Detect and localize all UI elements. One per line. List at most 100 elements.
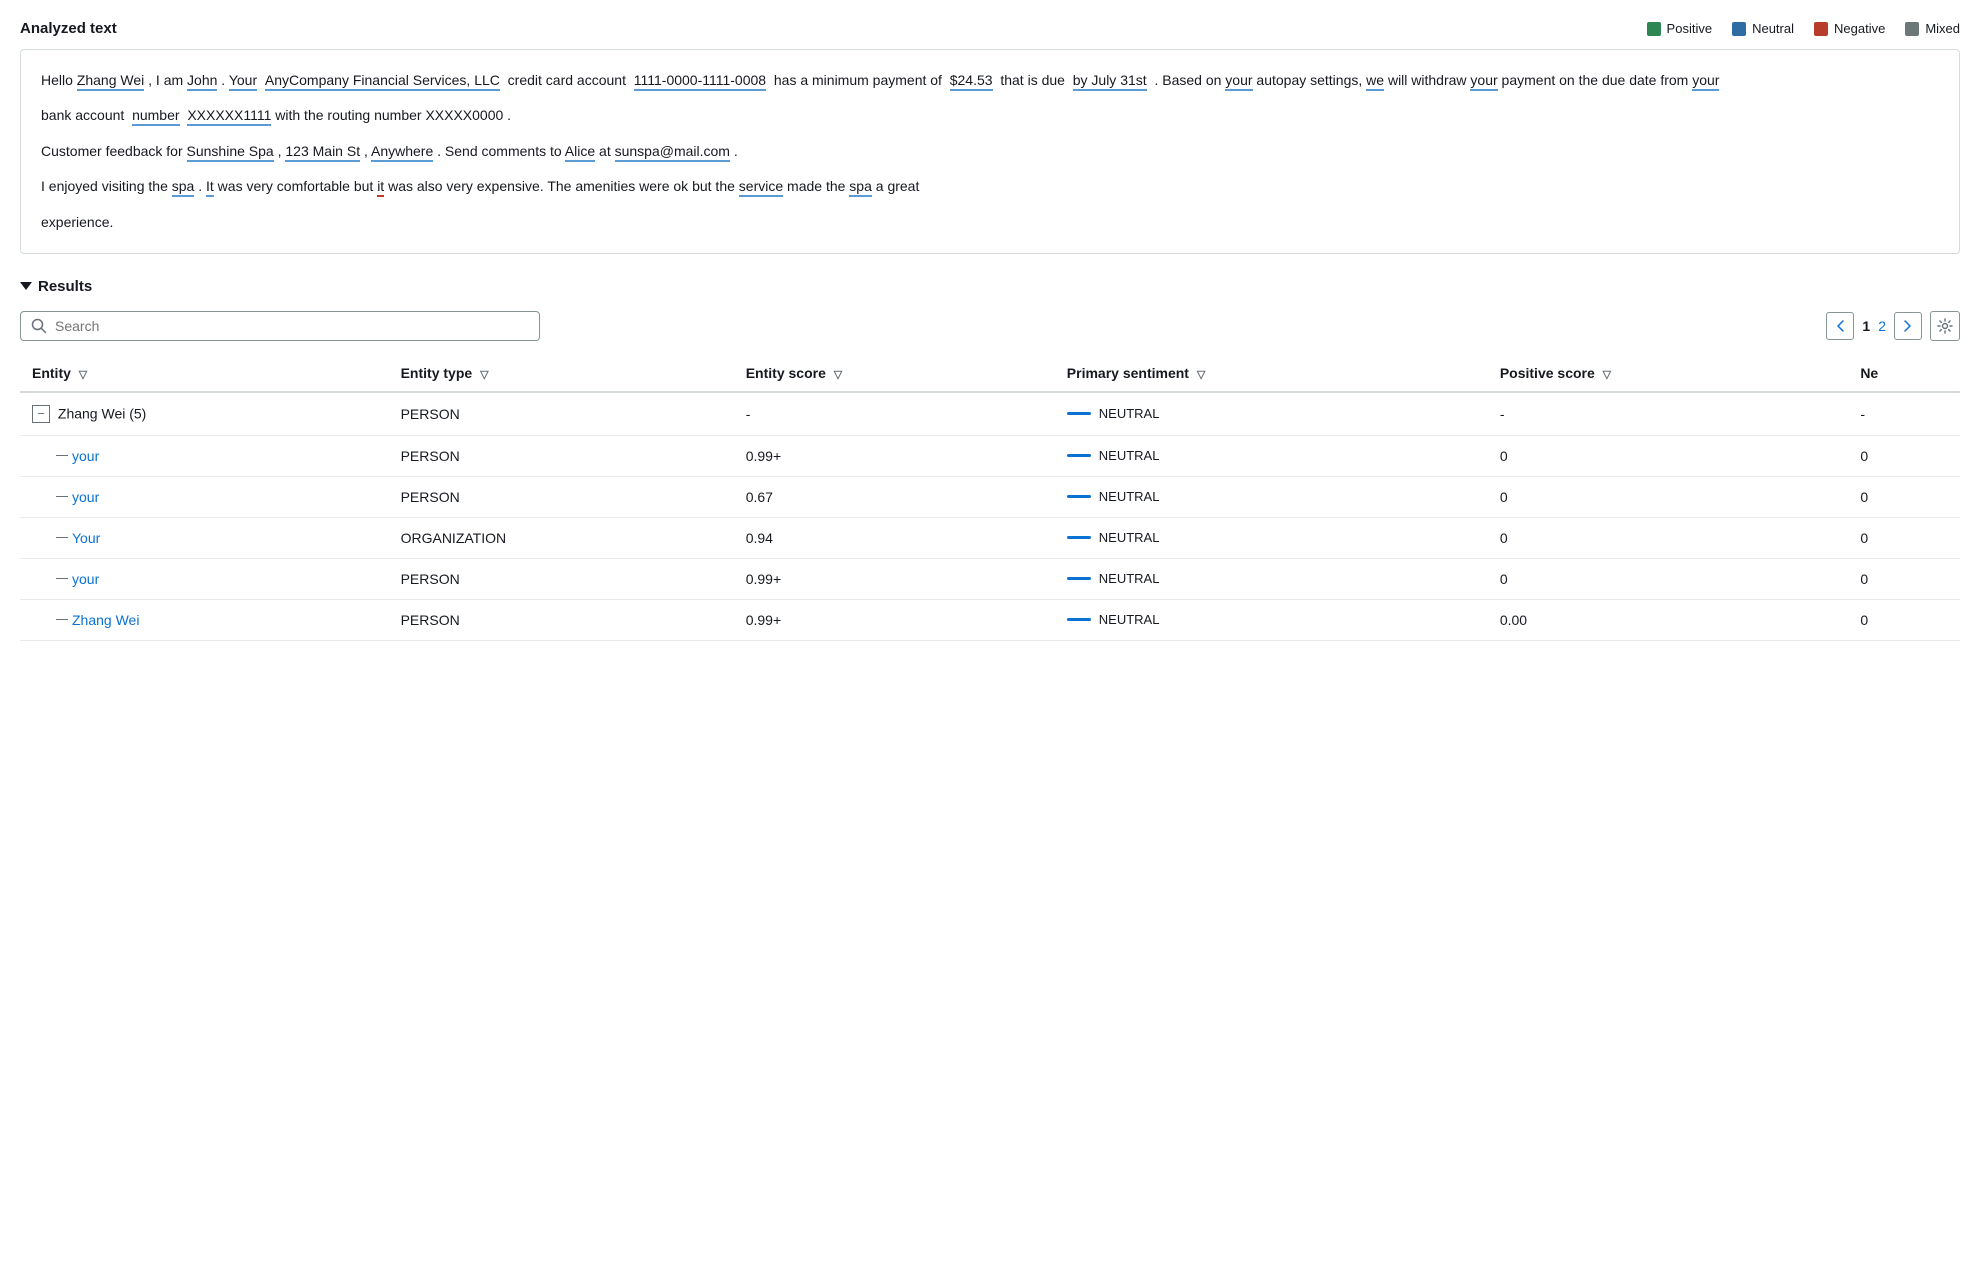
entity-account-masked: XXXXXX1111 [187, 107, 271, 126]
sentiment-value: NEUTRAL [1099, 571, 1160, 586]
sentiment-indicator [1067, 618, 1091, 621]
entity-type-sort-icon[interactable]: ▽ [480, 368, 488, 381]
entity-alice: Alice [565, 143, 595, 162]
table-row: Your ORGANIZATION 0.94 NEUTRAL 0 0 [20, 517, 1960, 558]
entity-date: by July 31st [1073, 72, 1147, 91]
legend-item-negative: Negative [1814, 21, 1885, 36]
entity-link[interactable]: your [72, 489, 99, 505]
positive-score-cell: - [1488, 392, 1848, 436]
entity-link[interactable]: your [72, 571, 99, 587]
collapse-row-button[interactable]: − [32, 405, 50, 423]
analyzed-text-box: Hello Zhang Wei , I am John . Your AnyCo… [20, 49, 1960, 254]
entity-score-sort-icon[interactable]: ▽ [834, 368, 842, 381]
entity-john: John [187, 72, 217, 91]
type-cell: PERSON [389, 392, 734, 436]
search-icon [31, 318, 47, 334]
entity-link[interactable]: your [72, 448, 99, 464]
entity-spa-1: spa [172, 178, 195, 197]
primary-sentiment-sort-icon[interactable]: ▽ [1197, 368, 1205, 381]
col-positive-score: Positive score ▽ [1488, 355, 1848, 392]
results-title: Results [38, 278, 92, 295]
text-line-1b: bank account number XXXXXX1111 with the … [41, 101, 1939, 130]
child-line-icon [56, 578, 68, 579]
entity-address: 123 Main St [285, 143, 360, 162]
page-title: Analyzed text [20, 20, 117, 37]
entity-bank: number [132, 107, 179, 126]
sentiment-indicator [1067, 412, 1091, 415]
entity-email: sunspa@mail.com [615, 143, 730, 162]
sentiment-indicator [1067, 495, 1091, 498]
ne-score-cell: 0 [1848, 435, 1960, 476]
ne-score-cell: 0 [1848, 599, 1960, 640]
sentiment-cell: NEUTRAL [1055, 476, 1488, 517]
sentiment-cell: NEUTRAL [1055, 435, 1488, 476]
positive-score-sort-icon[interactable]: ▽ [1603, 368, 1611, 381]
table-header-row: Entity ▽ Entity type ▽ Entity score ▽ Pr… [20, 355, 1960, 392]
col-entity-score: Entity score ▽ [734, 355, 1055, 392]
mixed-color-dot [1905, 22, 1919, 36]
table-row: − Zhang Wei (5) PERSON - NEUTRAL - - [20, 392, 1960, 436]
gear-icon [1937, 318, 1953, 334]
entity-amount: $24.53 [950, 72, 993, 91]
sentiment-cell: NEUTRAL [1055, 558, 1488, 599]
type-cell: PERSON [389, 435, 734, 476]
prev-page-button[interactable] [1826, 312, 1854, 340]
sentiment-indicator [1067, 577, 1091, 580]
entity-spa-2: spa [849, 178, 872, 197]
sentiment-cell: NEUTRAL [1055, 392, 1488, 436]
entity-your-4: your [1692, 72, 1719, 91]
entity-cell: − Zhang Wei (5) [20, 392, 389, 436]
negative-label: Negative [1834, 21, 1885, 36]
pagination: 1 2 [1826, 311, 1960, 341]
positive-color-dot [1647, 22, 1661, 36]
positive-score-cell: 0 [1488, 517, 1848, 558]
entity-sunshine-spa: Sunshine Spa [187, 143, 274, 162]
sentiment-value: NEUTRAL [1099, 530, 1160, 545]
legend-item-positive: Positive [1647, 21, 1713, 36]
score-cell: 0.99+ [734, 435, 1055, 476]
entity-cell: Zhang Wei [20, 599, 389, 640]
entity-zhang-wei-1: Zhang Wei [77, 72, 144, 91]
entity-it-2: it [377, 178, 384, 197]
entity-cell: your [20, 435, 389, 476]
positive-score-cell: 0 [1488, 476, 1848, 517]
table-row: your PERSON 0.99+ NEUTRAL 0 0 [20, 558, 1960, 599]
entity-your-2: your [1225, 72, 1252, 91]
sentiment-cell: NEUTRAL [1055, 517, 1488, 558]
sentiment-value: NEUTRAL [1099, 448, 1160, 463]
child-line-icon [56, 455, 68, 456]
entity-your-3: your [1470, 72, 1497, 91]
col-entity: Entity ▽ [20, 355, 389, 392]
results-table: Entity ▽ Entity type ▽ Entity score ▽ Pr… [20, 355, 1960, 641]
ne-score-cell: 0 [1848, 517, 1960, 558]
legend: Positive Neutral Negative Mixed [1647, 21, 1960, 36]
positive-label: Positive [1667, 21, 1713, 36]
results-section: Results 1 2 [20, 278, 1960, 641]
text-line-1: Hello Zhang Wei , I am John . Your AnyCo… [41, 66, 1939, 95]
score-cell: 0.94 [734, 517, 1055, 558]
neutral-color-dot [1732, 22, 1746, 36]
search-container[interactable] [20, 311, 540, 341]
entity-cell: Your [20, 517, 389, 558]
col-entity-type: Entity type ▽ [389, 355, 734, 392]
type-cell: ORGANIZATION [389, 517, 734, 558]
entity-sort-icon[interactable]: ▽ [79, 368, 87, 381]
entity-link[interactable]: Zhang Wei [72, 612, 139, 628]
entity-account-number: 1111-0000-1111-0008 [634, 72, 766, 91]
table-settings-button[interactable] [1930, 311, 1960, 341]
sentiment-indicator [1067, 536, 1091, 539]
positive-score-cell: 0.00 [1488, 599, 1848, 640]
child-line-icon [56, 496, 68, 497]
text-line-3: I enjoyed visiting the spa . It was very… [41, 172, 1939, 201]
table-row: your PERSON 0.99+ NEUTRAL 0 0 [20, 435, 1960, 476]
sentiment-cell: NEUTRAL [1055, 599, 1488, 640]
next-page-button[interactable] [1894, 312, 1922, 340]
ne-score-cell: 0 [1848, 476, 1960, 517]
entity-name: Zhang Wei (5) [58, 405, 146, 421]
entity-link[interactable]: Your [72, 530, 100, 546]
results-header[interactable]: Results [20, 278, 1960, 295]
search-input[interactable] [55, 318, 529, 334]
next-page-number[interactable]: 2 [1878, 318, 1886, 334]
entity-anywhere: Anywhere [371, 143, 433, 162]
neutral-label: Neutral [1752, 21, 1794, 36]
